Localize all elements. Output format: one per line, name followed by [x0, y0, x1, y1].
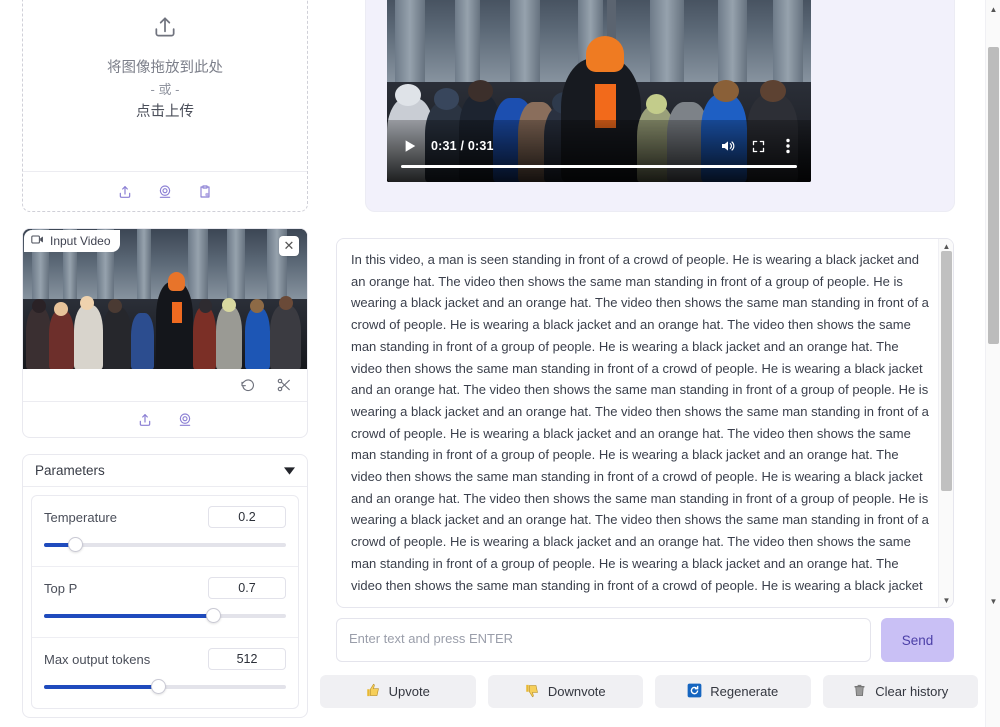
slider-thumb[interactable] — [206, 608, 221, 623]
scissors-icon[interactable] — [275, 376, 293, 394]
max-output-tokens-value-input[interactable]: 512 — [208, 648, 286, 670]
trash-icon — [852, 683, 867, 701]
upload-icon[interactable] — [136, 411, 154, 429]
close-icon[interactable]: ✕ — [279, 236, 299, 256]
parameter-label: Top P — [44, 581, 77, 596]
gradio-app-root: 将图像拖放到此处 - 或 - 点击上传 — [0, 0, 1000, 727]
upvote-button[interactable]: Upvote — [320, 675, 476, 708]
input-video-label-text: Input Video — [50, 234, 111, 248]
dropzone-content: 将图像拖放到此处 - 或 - 点击上传 — [23, 0, 307, 171]
chevron-down-icon[interactable] — [284, 463, 295, 478]
top-p-slider[interactable] — [44, 609, 286, 623]
output-scrollbar[interactable]: ▲ ▼ — [938, 239, 953, 607]
image-dropzone[interactable]: 将图像拖放到此处 - 或 - 点击上传 — [22, 0, 308, 212]
output-scrollbar-thumb[interactable] — [941, 251, 952, 491]
video-progress-bar[interactable] — [401, 165, 797, 168]
upload-icon — [152, 14, 178, 45]
play-icon[interactable] — [401, 137, 419, 155]
model-output-textbox[interactable]: In this video, a man is seen standing in… — [336, 238, 954, 608]
upload-icon[interactable] — [116, 183, 134, 201]
downvote-button[interactable]: Downvote — [488, 675, 644, 708]
fullscreen-icon[interactable] — [749, 137, 767, 155]
page-scroll-down-icon[interactable]: ▼ — [986, 594, 1000, 609]
video-card-toolbar — [23, 401, 307, 437]
webcam-icon[interactable] — [156, 183, 174, 201]
model-output-text: In this video, a man is seen standing in… — [351, 249, 931, 601]
parameter-top-p: Top P 0.7 — [32, 566, 298, 637]
undo-icon[interactable] — [239, 376, 257, 394]
left-sidebar: 将图像拖放到此处 - 或 - 点击上传 — [22, 0, 308, 718]
slider-fill — [44, 614, 213, 618]
input-video-label: Input Video — [24, 230, 120, 252]
video-controls-row: 0:31 / 0:31 — [401, 137, 797, 155]
send-button[interactable]: Send — [881, 618, 954, 662]
dropzone-click-upload-text: 点击上传 — [136, 101, 194, 123]
parameter-label: Temperature — [44, 510, 117, 525]
parameter-temperature: Temperature 0.2 — [32, 496, 298, 566]
regenerate-label: Regenerate — [710, 684, 778, 699]
video-player-controls: 0:31 / 0:31 — [387, 120, 811, 182]
chat-input[interactable] — [336, 618, 871, 662]
chat-panel: 0:31 / 0:31 — [320, 0, 980, 727]
action-button-row: Upvote Downvote Regenerate Clear history — [0, 675, 1000, 708]
volume-icon[interactable] — [719, 137, 737, 155]
upvote-label: Upvote — [389, 684, 430, 699]
temperature-value-input[interactable]: 0.2 — [208, 506, 286, 528]
page-scrollbar[interactable]: ▲ ▼ — [985, 0, 1000, 727]
dropzone-or-text: - 或 - — [151, 79, 180, 101]
video-time-display: 0:31 / 0:31 — [431, 139, 494, 153]
video-edit-tools — [23, 369, 307, 401]
regenerate-button[interactable]: Regenerate — [655, 675, 811, 708]
video-player[interactable]: 0:31 / 0:31 — [387, 0, 811, 182]
parameter-label: Max output tokens — [44, 652, 150, 667]
scroll-down-icon[interactable]: ▼ — [939, 593, 954, 607]
clear-history-label: Clear history — [875, 684, 948, 699]
parameters-title: Parameters — [35, 463, 105, 478]
top-p-value-input[interactable]: 0.7 — [208, 577, 286, 599]
clear-history-button[interactable]: Clear history — [823, 675, 979, 708]
thumbs-down-icon — [525, 683, 540, 701]
input-video-card: Input Video ✕ — [22, 228, 308, 438]
chat-input-row: Send — [336, 618, 954, 662]
thumbs-up-icon — [366, 683, 381, 701]
downvote-label: Downvote — [548, 684, 606, 699]
slider-thumb[interactable] — [68, 537, 83, 552]
parameters-header[interactable]: Parameters — [23, 455, 307, 487]
dropzone-toolbar — [23, 171, 307, 211]
webcam-icon[interactable] — [176, 411, 194, 429]
chat-messages: 0:31 / 0:31 — [345, 0, 955, 215]
more-vertical-icon[interactable] — [779, 137, 797, 155]
video-camera-icon — [31, 234, 44, 248]
page-scrollbar-thumb[interactable] — [988, 47, 999, 344]
paste-clipboard-icon[interactable] — [196, 183, 214, 201]
page-scroll-up-icon[interactable]: ▲ — [986, 2, 1000, 17]
refresh-icon — [687, 683, 702, 701]
dropzone-primary-text: 将图像拖放到此处 — [107, 57, 223, 79]
temperature-slider[interactable] — [44, 538, 286, 552]
